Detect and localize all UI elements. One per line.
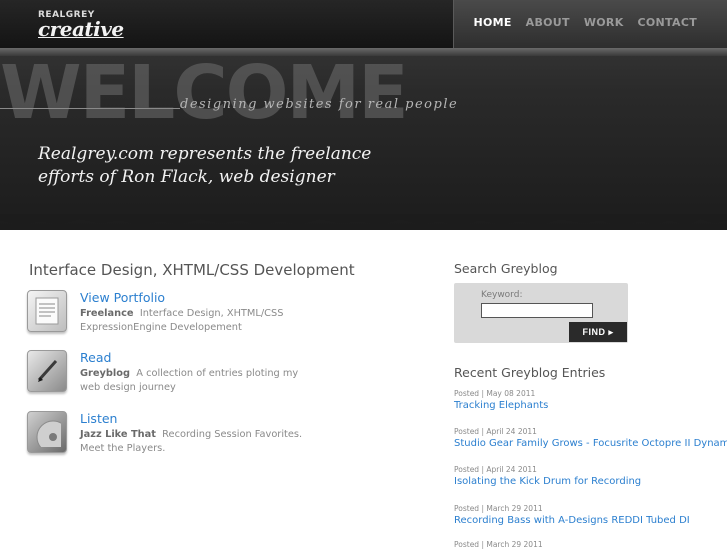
- grunge-edge: [0, 214, 727, 226]
- search-form: Keyword: FIND ▸: [454, 283, 628, 343]
- entry-meta: Posted | April 24 2011: [454, 427, 537, 436]
- main-heading: Interface Design, XHTML/CSS Development: [29, 261, 355, 279]
- search-input[interactable]: [481, 303, 593, 318]
- site-header: WELCOME designing websites for real peop…: [0, 0, 727, 230]
- entry-meta: Posted | March 29 2011: [454, 504, 543, 513]
- intro-text: Realgrey.com represents the freelance ef…: [38, 144, 372, 187]
- search-heading: Search Greyblog: [454, 261, 558, 276]
- nav-work[interactable]: WORK: [584, 16, 624, 29]
- read-link[interactable]: Read: [80, 350, 111, 365]
- logo-script-text: creative: [38, 17, 124, 41]
- list-item: Posted | April 24 2011 Studio Gear Famil…: [454, 427, 727, 449]
- entry-meta: Posted | May 08 2011: [454, 389, 536, 398]
- view-portfolio-link[interactable]: View Portfolio: [80, 290, 165, 305]
- nav-home[interactable]: HOME: [473, 16, 511, 29]
- feature-description: Freelance Interface Design, XHTML/CSS Ex…: [80, 307, 315, 335]
- welcome-background-text: WELCOME: [0, 50, 409, 136]
- feature-label: Freelance: [80, 308, 134, 319]
- tagline: designing websites for real people: [180, 97, 459, 112]
- feature-description: Jazz Like That Recording Session Favorit…: [80, 428, 315, 456]
- main-nav: HOME ABOUT WORK CONTACT: [473, 16, 697, 29]
- feature-description: Greyblog A collection of entries ploting…: [80, 367, 315, 395]
- entry-link[interactable]: Tracking Elephants: [454, 400, 548, 411]
- site-logo[interactable]: REALGREY creative: [38, 10, 124, 41]
- notepad-icon: [27, 290, 67, 332]
- pen-icon: [27, 350, 67, 392]
- list-item: Posted | May 08 2011 Tracking Elephants: [454, 389, 548, 411]
- nav-about[interactable]: ABOUT: [526, 16, 570, 29]
- keyword-label: Keyword:: [481, 290, 523, 300]
- recent-entries-heading: Recent Greyblog Entries: [454, 365, 606, 380]
- list-item: Posted | March 29 2011 Recording Bass wi…: [454, 504, 690, 526]
- feature-label: Greyblog: [80, 368, 131, 379]
- entry-meta: Posted | April 24 2011: [454, 465, 537, 474]
- entry-link[interactable]: Isolating the Kick Drum for Recording: [454, 476, 641, 487]
- cd-icon: [27, 411, 67, 453]
- list-item: Posted | April 24 2011 Isolating the Kic…: [454, 465, 641, 487]
- nav-contact[interactable]: CONTACT: [638, 16, 697, 29]
- find-button[interactable]: FIND ▸: [569, 322, 627, 342]
- feature-label: Jazz Like That: [80, 429, 156, 440]
- entry-link[interactable]: Recording Bass with A-Designs REDDI Tube…: [454, 515, 690, 526]
- tagline-rule: [0, 108, 180, 109]
- entry-link[interactable]: Studio Gear Family Grows - Focusrite Oct…: [454, 438, 727, 449]
- listen-link[interactable]: Listen: [80, 411, 117, 426]
